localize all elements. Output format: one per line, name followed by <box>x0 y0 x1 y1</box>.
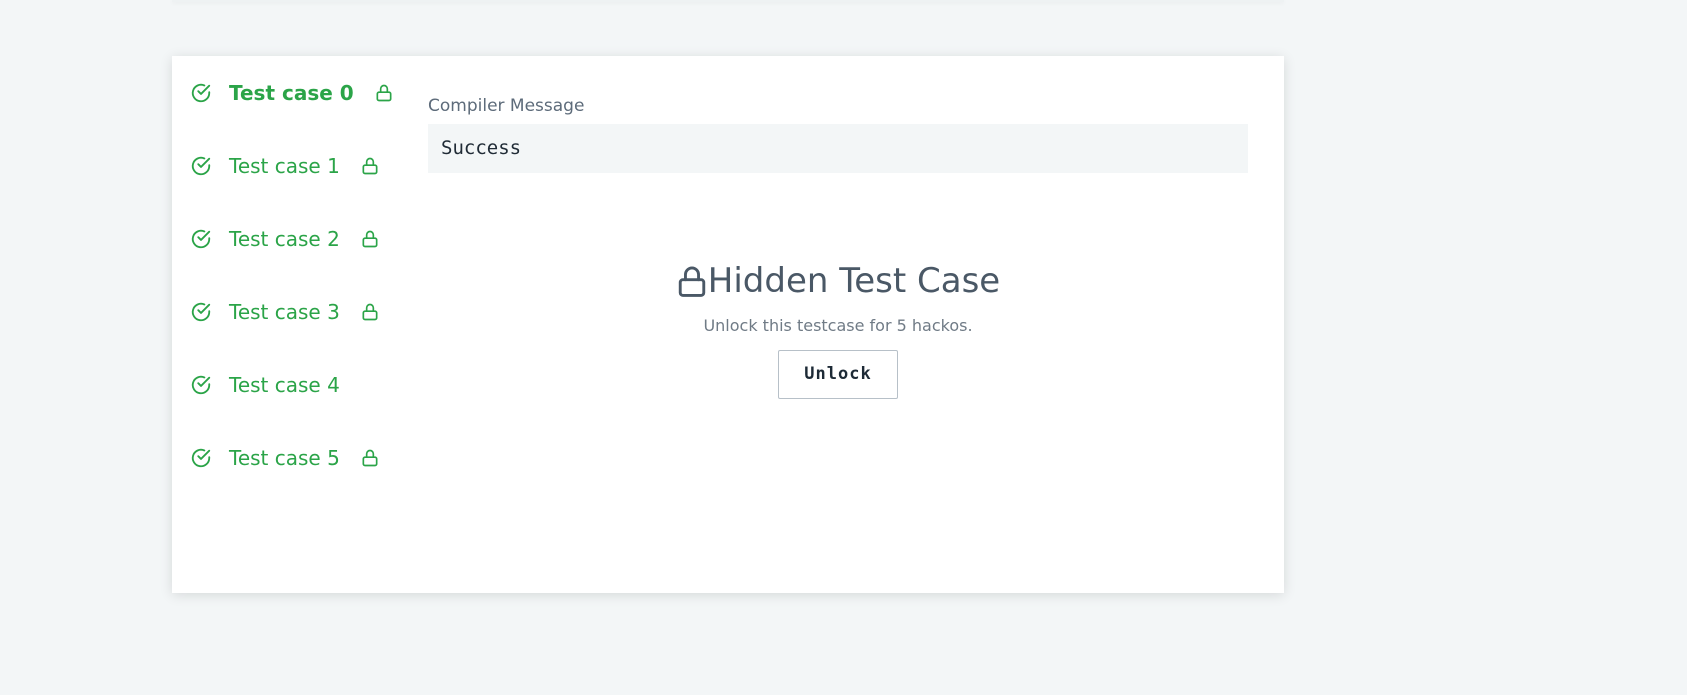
test-case-list: Test case 0 Test case 1 Test case 2 Test… <box>190 74 392 512</box>
compiler-message-output: Success <box>428 124 1248 173</box>
check-circle-icon <box>191 302 211 322</box>
check-circle-icon <box>191 229 211 249</box>
test-case-label: Test case 5 <box>229 446 340 470</box>
unlock-cost-text: Unlock this testcase for 5 hackos. <box>703 316 973 335</box>
test-case-label: Test case 2 <box>229 227 340 251</box>
test-case-item-4[interactable]: Test case 4 <box>190 366 390 404</box>
unlock-button[interactable]: Unlock <box>778 350 898 399</box>
test-case-item-1[interactable]: Test case 1 <box>190 147 390 185</box>
lock-icon <box>376 84 392 102</box>
lock-icon <box>678 266 705 297</box>
test-case-label: Test case 0 <box>229 81 354 105</box>
test-case-label: Test case 3 <box>229 300 340 324</box>
lock-icon <box>362 303 378 321</box>
hidden-test-case-notice: Hidden Test Case Unlock this testcase fo… <box>428 261 1248 399</box>
test-case-item-5[interactable]: Test case 5 <box>190 439 390 477</box>
check-circle-icon <box>191 83 211 103</box>
test-case-item-2[interactable]: Test case 2 <box>190 220 390 258</box>
lock-icon <box>362 157 378 175</box>
hidden-test-case-heading: Hidden Test Case <box>676 261 1000 301</box>
check-circle-icon <box>191 375 211 395</box>
check-circle-icon <box>191 448 211 468</box>
test-case-item-3[interactable]: Test case 3 <box>190 293 390 331</box>
hidden-test-case-title: Hidden Test Case <box>707 261 1001 301</box>
lock-icon <box>362 230 378 248</box>
test-results-panel: Test case 0 Test case 1 Test case 2 Test… <box>172 56 1284 593</box>
test-case-label: Test case 1 <box>229 154 340 178</box>
test-case-detail: Compiler Message Success Hidden Test Cas… <box>428 56 1248 593</box>
test-case-label: Test case 4 <box>229 373 340 397</box>
test-case-item-0[interactable]: Test case 0 <box>190 74 392 112</box>
previous-panel-edge <box>172 0 1284 2</box>
check-circle-icon <box>191 156 211 176</box>
compiler-message-title: Compiler Message <box>428 96 585 116</box>
lock-icon <box>362 449 378 467</box>
